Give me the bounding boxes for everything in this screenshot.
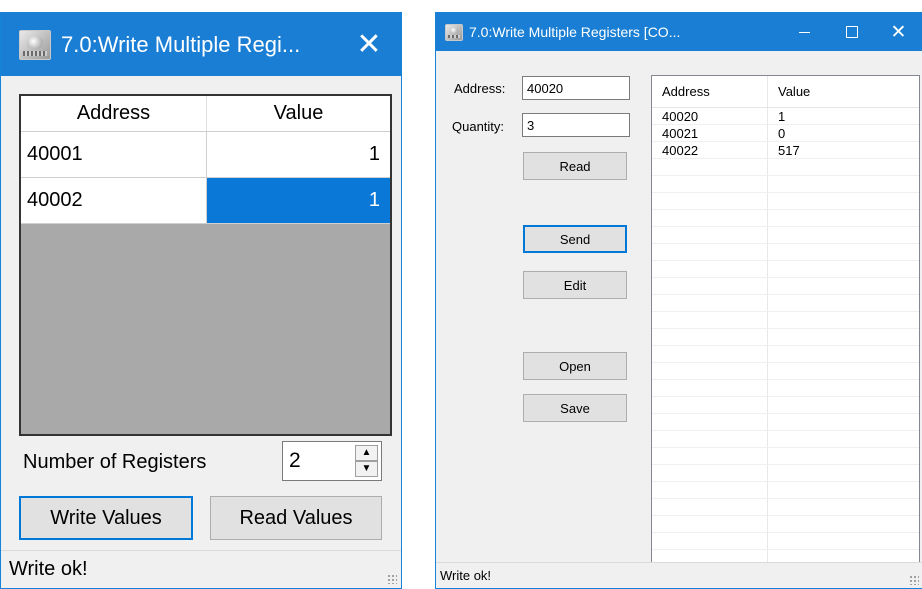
app-icon — [445, 23, 463, 41]
empty-row — [652, 329, 919, 346]
grid-header: Address Value — [652, 76, 919, 108]
write-multiple-window-2: 7.0:Write Multiple Registers [CO... ✕ Ad… — [435, 12, 922, 589]
num-registers-stepper[interactable]: 2 ▲ ▼ — [282, 441, 382, 481]
empty-row — [652, 380, 919, 397]
read-button[interactable]: Read — [523, 152, 627, 180]
empty-row — [652, 499, 919, 516]
spin-up-icon[interactable]: ▲ — [355, 445, 378, 461]
close-icon[interactable]: ✕ — [875, 13, 922, 51]
empty-row — [652, 363, 919, 380]
app-icon — [19, 29, 51, 60]
table-row[interactable]: 40020 1 — [652, 108, 919, 125]
empty-row — [652, 465, 919, 482]
value-cell-selected[interactable]: 1 — [207, 178, 390, 223]
empty-row — [652, 295, 919, 312]
table-row[interactable]: 40022 517 — [652, 142, 919, 159]
status-bar: Write ok! — [436, 562, 922, 588]
write-multiple-window-1: 7.0:Write Multiple Regi... ✕ Address Val… — [0, 12, 402, 589]
read-values-button[interactable]: Read Values — [210, 496, 382, 540]
address-label: Address: — [454, 81, 506, 96]
empty-row — [652, 448, 919, 465]
empty-row — [652, 312, 919, 329]
empty-row — [652, 227, 919, 244]
empty-row — [652, 414, 919, 431]
empty-row — [652, 261, 919, 278]
empty-row — [652, 244, 919, 261]
status-text: Write ok! — [440, 568, 492, 583]
column-header-value[interactable]: Value — [768, 76, 919, 107]
empty-row — [652, 533, 919, 550]
title-bar[interactable]: 7.0:Write Multiple Regi... ✕ — [1, 13, 401, 76]
table-row[interactable]: 40021 0 — [652, 125, 919, 142]
column-header-address[interactable]: Address — [21, 96, 207, 131]
open-button[interactable]: Open — [523, 352, 627, 380]
status-text: Write ok! — [9, 558, 88, 580]
save-button[interactable]: Save — [523, 394, 627, 422]
write-values-button[interactable]: Write Values — [19, 496, 193, 540]
empty-row — [652, 431, 919, 448]
minimize-icon[interactable] — [781, 13, 828, 51]
value-cell[interactable]: 517 — [768, 142, 919, 158]
quantity-label: Quantity: — [452, 119, 505, 134]
address-cell: 40020 — [652, 108, 768, 124]
title-bar[interactable]: 7.0:Write Multiple Registers [CO... ✕ — [436, 13, 922, 51]
empty-row — [652, 482, 919, 499]
num-registers-value[interactable]: 2 — [283, 442, 355, 480]
resize-grip-icon[interactable] — [387, 574, 397, 584]
address-cell: 40021 — [652, 125, 768, 141]
window-title: 7.0:Write Multiple Regi... — [61, 31, 301, 57]
edit-button[interactable]: Edit — [523, 271, 627, 299]
quantity-input[interactable]: 3 — [522, 113, 630, 137]
column-header-value[interactable]: Value — [207, 96, 390, 131]
resize-grip-icon[interactable] — [909, 575, 919, 585]
num-registers-label: Number of Registers — [23, 451, 207, 473]
register-grid[interactable]: Address Value 40001 1 40002 1 — [19, 94, 392, 436]
empty-row — [652, 346, 919, 363]
value-cell[interactable]: 1 — [207, 132, 390, 177]
maximize-icon[interactable] — [828, 13, 875, 51]
address-cell: 40022 — [652, 142, 768, 158]
empty-row — [652, 516, 919, 533]
column-header-address[interactable]: Address — [652, 76, 768, 107]
spin-down-icon[interactable]: ▼ — [355, 461, 378, 477]
empty-row — [652, 397, 919, 414]
address-input[interactable]: 40020 — [522, 76, 630, 100]
address-cell[interactable]: 40002 — [21, 178, 207, 223]
stepper-arrows: ▲ ▼ — [355, 442, 381, 480]
empty-row — [652, 278, 919, 295]
value-cell[interactable]: 0 — [768, 125, 919, 141]
address-cell[interactable]: 40001 — [21, 132, 207, 177]
empty-row — [652, 210, 919, 227]
window-title: 7.0:Write Multiple Registers [CO... — [469, 24, 681, 40]
table-row[interactable]: 40001 1 — [21, 132, 390, 178]
close-icon[interactable]: ✕ — [337, 13, 401, 76]
grid-header: Address Value — [21, 96, 390, 132]
status-bar: Write ok! — [1, 550, 401, 588]
send-button[interactable]: Send — [523, 225, 627, 253]
register-list[interactable]: Address Value 40020 1 40021 0 40022 517 — [651, 75, 920, 571]
empty-row — [652, 176, 919, 193]
empty-row — [652, 159, 919, 176]
empty-row — [652, 193, 919, 210]
value-cell[interactable]: 1 — [768, 108, 919, 124]
table-row[interactable]: 40002 1 — [21, 178, 390, 224]
